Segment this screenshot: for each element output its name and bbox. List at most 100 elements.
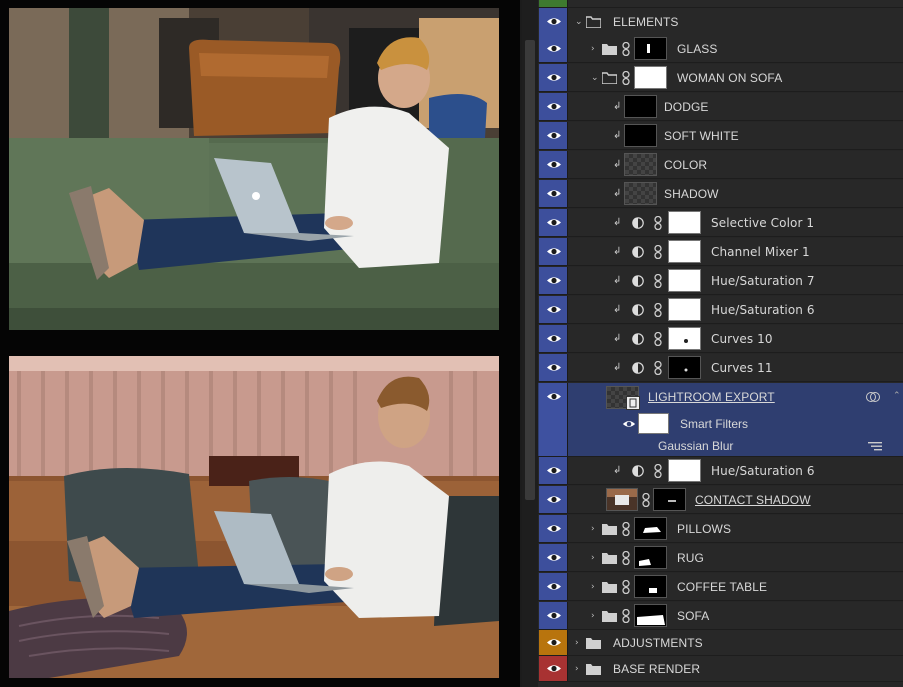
layer-row-selective-color-1[interactable]: ↲ Selective Color 1: [538, 209, 903, 237]
visibility-toggle[interactable]: [539, 515, 568, 542]
layer-mask-thumbnail[interactable]: [634, 66, 667, 89]
visibility-toggle[interactable]: [539, 209, 568, 236]
layer-mask-thumbnail[interactable]: [668, 298, 701, 321]
folder-icon: [586, 664, 601, 675]
visibility-toggle[interactable]: [539, 64, 568, 91]
layers-scrollbar[interactable]: [522, 0, 538, 687]
visibility-toggle[interactable]: [539, 151, 568, 178]
visibility-toggle[interactable]: [539, 0, 568, 7]
adjustment-layer-icon: [632, 304, 644, 316]
visibility-toggle[interactable]: [539, 35, 568, 62]
layer-row-elements[interactable]: ⌄ ELEMENTS: [538, 8, 903, 36]
eye-icon: [547, 525, 561, 532]
chevron-right-icon[interactable]: ›: [575, 664, 583, 674]
layer-row-woman-on-sofa[interactable]: ⌄ WOMAN ON SOFA: [538, 64, 903, 92]
layer-name: WOMAN ON SOFA: [677, 71, 783, 85]
visibility-toggle[interactable]: [539, 544, 568, 571]
folder-icon: [602, 582, 617, 593]
visibility-toggle[interactable]: [539, 122, 568, 149]
smart-filter-mask-thumbnail[interactable]: [638, 413, 669, 434]
layer-mask-thumbnail[interactable]: [668, 269, 701, 292]
layer-row-dodge[interactable]: ↲ DODGE: [538, 93, 903, 121]
eye-icon: [547, 467, 561, 474]
filter-blending-options-icon[interactable]: [868, 441, 882, 451]
visibility-toggle[interactable]: [539, 486, 568, 513]
link-icon: [622, 551, 630, 565]
chevron-right-icon[interactable]: ›: [591, 44, 599, 54]
layer-thumbnail[interactable]: [624, 153, 657, 176]
layer-mask-thumbnail[interactable]: [634, 575, 667, 598]
layer-row-rug[interactable]: › RUG: [538, 544, 903, 572]
layers-scrollbar-thumb[interactable]: [525, 40, 535, 500]
layer-thumbnail[interactable]: [606, 488, 638, 511]
layer-row-hue-saturation-6b[interactable]: ↲ Hue/Saturation 6: [538, 457, 903, 485]
link-icon: [622, 522, 630, 536]
layer-mask-thumbnail[interactable]: [668, 327, 701, 350]
link-icon: [654, 332, 662, 346]
photo-original: [9, 8, 499, 330]
layer-row-base-render[interactable]: › BASE RENDER: [538, 656, 903, 682]
chevron-right-icon[interactable]: ›: [591, 553, 599, 563]
photo-composite: [9, 356, 499, 678]
layer-row-color[interactable]: ↲ COLOR: [538, 151, 903, 179]
layer-row-curves-11[interactable]: ↲ Curves 11: [538, 354, 903, 382]
layer-name: SOFT WHITE: [664, 129, 739, 143]
layer-row-shadow[interactable]: ↲ SHADOW: [538, 180, 903, 208]
visibility-toggle[interactable]: [539, 180, 568, 207]
chevron-up-icon[interactable]: ⌃: [893, 391, 901, 401]
layer-thumbnail[interactable]: [624, 95, 657, 118]
layer-thumbnail[interactable]: [624, 124, 657, 147]
layer-row-channel-mixer-1[interactable]: ↲ Channel Mixer 1: [538, 238, 903, 266]
visibility-toggle[interactable]: [539, 325, 568, 352]
layer-row-pillows[interactable]: › PILLOWS: [538, 515, 903, 543]
chevron-down-icon[interactable]: ⌄: [575, 17, 583, 27]
layer-mask-thumbnail[interactable]: [668, 240, 701, 263]
chevron-right-icon[interactable]: ›: [591, 524, 599, 534]
chevron-right-icon[interactable]: ›: [591, 582, 599, 592]
adjustment-layer-icon: [632, 362, 644, 374]
visibility-toggle[interactable]: [539, 656, 568, 681]
visibility-toggle[interactable]: [539, 8, 568, 35]
visibility-toggle[interactable]: [539, 383, 568, 456]
layer-row-lightroom-export[interactable]: LIGHTROOM EXPORT ⌃ Smart Filters Gaussia…: [538, 383, 903, 457]
layer-mask-thumbnail[interactable]: [668, 356, 701, 379]
layer-mask-thumbnail[interactable]: [634, 604, 667, 627]
visibility-toggle[interactable]: [539, 354, 568, 381]
layer-name: DODGE: [664, 100, 709, 114]
chevron-right-icon[interactable]: ›: [591, 611, 599, 621]
clipping-arrow-icon: ↲: [613, 130, 622, 141]
layer-row-layouts[interactable]: › LAYOUTS: [538, 0, 903, 8]
chevron-down-icon[interactable]: ⌄: [591, 73, 599, 83]
layer-row-sofa[interactable]: › SOFA: [538, 602, 903, 630]
layer-row-curves-10[interactable]: ↲ Curves 10: [538, 325, 903, 353]
visibility-toggle[interactable]: [539, 573, 568, 600]
layer-mask-thumbnail[interactable]: [634, 546, 667, 569]
visibility-toggle[interactable]: [539, 267, 568, 294]
link-icon: [654, 245, 662, 259]
visibility-toggle[interactable]: [539, 93, 568, 120]
layer-row-coffee-table[interactable]: › COFFEE TABLE: [538, 573, 903, 601]
visibility-toggle[interactable]: [539, 630, 568, 655]
layer-row-glass[interactable]: › GLASS: [538, 35, 903, 63]
visibility-toggle[interactable]: [539, 296, 568, 323]
eye-icon[interactable]: [622, 419, 636, 429]
layer-row-hue-saturation-7[interactable]: ↲ Hue/Saturation 7: [538, 267, 903, 295]
layer-mask-thumbnail[interactable]: [668, 459, 701, 482]
layer-row-soft-white[interactable]: ↲ SOFT WHITE: [538, 122, 903, 150]
link-icon: [654, 216, 662, 230]
layer-row-hue-saturation-6[interactable]: ↲ Hue/Saturation 6: [538, 296, 903, 324]
layer-mask-thumbnail[interactable]: [668, 211, 701, 234]
layer-row-contact-shadow[interactable]: CONTACT SHADOW: [538, 486, 903, 514]
layer-mask-thumbnail[interactable]: [634, 37, 667, 60]
eye-icon: [547, 277, 561, 284]
chevron-right-icon[interactable]: ›: [575, 638, 583, 648]
layer-row-adjustments[interactable]: › ADJUSTMENTS: [538, 630, 903, 656]
layer-thumbnail[interactable]: [624, 182, 657, 205]
visibility-toggle[interactable]: [539, 602, 568, 629]
visibility-toggle[interactable]: [539, 457, 568, 484]
layer-mask-thumbnail[interactable]: [653, 488, 686, 511]
visibility-toggle[interactable]: [539, 238, 568, 265]
eye-icon: [547, 103, 561, 110]
layer-mask-thumbnail[interactable]: [634, 517, 667, 540]
gaussian-blur-filter[interactable]: Gaussian Blur: [658, 439, 733, 453]
